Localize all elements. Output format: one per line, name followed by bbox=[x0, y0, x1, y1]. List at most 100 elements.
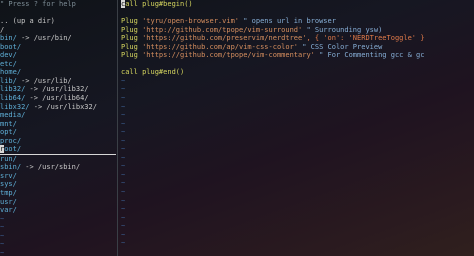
tree-entry-name: tmp/ bbox=[0, 189, 17, 198]
empty-line-tilde: ~ bbox=[121, 153, 126, 162]
plug-keyword: Plug bbox=[121, 17, 143, 26]
plug-comment: " Surrounding ysw) bbox=[302, 25, 383, 34]
empty-line-tilde: ~ bbox=[0, 240, 5, 249]
tree-entry-name: sbin/ bbox=[0, 163, 22, 172]
tree-entry[interactable]: usr/ bbox=[0, 198, 116, 207]
plug-comment: " opens url in browser bbox=[239, 17, 336, 26]
tree-entry[interactable]: mnt/ bbox=[0, 120, 116, 129]
tree-entry[interactable]: etc/ bbox=[0, 60, 116, 69]
tree-entry-name: root/ bbox=[0, 145, 22, 154]
plug-keyword: Plug bbox=[121, 42, 143, 51]
empty-line-tilde: ~ bbox=[121, 205, 126, 214]
empty-line-tilde: ~ bbox=[121, 85, 126, 94]
empty-line-tilde: ~ bbox=[121, 111, 126, 120]
plug-line[interactable]: Plug 'tyru/open-browser.vim' " opens url… bbox=[121, 17, 474, 26]
plug-line[interactable]: Plug 'https://github.com/preservim/nerdt… bbox=[121, 34, 474, 43]
empty-line-tilde: ~ bbox=[121, 222, 126, 231]
tree-entry[interactable]: lib64/ -> /usr/lib64/ bbox=[0, 94, 116, 103]
empty-line-tilde: ~ bbox=[121, 170, 126, 179]
tree-entry-name: opt/ bbox=[0, 128, 17, 137]
tree-entry[interactable]: run/ bbox=[0, 155, 116, 164]
plug-keyword: Plug bbox=[121, 25, 143, 34]
empty-line-tilde: ~ bbox=[121, 239, 126, 248]
tree-entry[interactable]: media/ bbox=[0, 111, 116, 120]
editor-pane[interactable]: call plug#begin() Plug 'tyru/open-browse… bbox=[121, 0, 474, 256]
empty-line-tilde: ~ bbox=[121, 188, 126, 197]
plug-repo: 'http://github.com/tpope/vim-surround' bbox=[142, 25, 303, 34]
tree-entry-name: usr/ bbox=[0, 197, 17, 206]
tree-entry-name: sys/ bbox=[0, 180, 17, 189]
tree-entry[interactable]: dev/ bbox=[0, 51, 116, 60]
plug-keyword: Plug bbox=[121, 34, 143, 43]
tree-entry-name: proc/ bbox=[0, 136, 22, 145]
tree-entry[interactable]: sys/ bbox=[0, 180, 116, 189]
tree-entry[interactable]: proc/ bbox=[0, 137, 116, 146]
tree-entry[interactable]: tmp/ bbox=[0, 189, 116, 198]
empty-line-tilde: ~ bbox=[121, 162, 126, 171]
tree-entry-name: bin/ bbox=[0, 34, 17, 43]
tree-entry-name: dev/ bbox=[0, 51, 17, 60]
help-hint: " Press ? for help bbox=[0, 0, 76, 8]
tree-entry-name: mnt/ bbox=[0, 119, 17, 128]
tree-entry-name: srv/ bbox=[0, 171, 17, 180]
line-plug-begin[interactable]: call plug#begin() bbox=[121, 0, 474, 9]
plug-comment: " CSS Color Preview bbox=[298, 42, 383, 51]
vertical-split[interactable] bbox=[117, 0, 118, 256]
symlink-target: -> /usr/lib64/ bbox=[25, 94, 89, 103]
symlink-target: -> /usr/lib/ bbox=[16, 76, 72, 85]
plug-line[interactable]: Plug 'https://github.com/tpope/vim-comme… bbox=[121, 51, 474, 60]
tree-entry[interactable]: boot/ bbox=[0, 43, 116, 52]
up-dir-entry[interactable]: .. (up a dir) bbox=[0, 17, 116, 26]
tree-entry[interactable]: home/ bbox=[0, 68, 116, 77]
plug-begin-text: all plug#begin() bbox=[125, 0, 193, 8]
tree-entry-name: etc/ bbox=[0, 59, 17, 68]
tree-entry[interactable]: opt/ bbox=[0, 128, 116, 137]
plug-comment: " For Commenting gcc & gc bbox=[314, 51, 425, 60]
symlink-target: -> /usr/libx32/ bbox=[29, 102, 97, 111]
plug-repo: 'tyru/open-browser.vim' bbox=[142, 17, 240, 26]
tree-entry[interactable]: bin/ -> /usr/bin/ bbox=[0, 34, 116, 43]
plug-line[interactable]: Plug 'http://github.com/tpope/vim-surrou… bbox=[121, 26, 474, 35]
plug-repo: 'https://github.com/preservim/nerdtree' bbox=[142, 34, 307, 43]
root-path: / bbox=[0, 25, 5, 34]
plug-line[interactable]: Plug 'https://github.com/ap/vim-css-colo… bbox=[121, 43, 474, 52]
tree-entry-name: boot/ bbox=[0, 42, 22, 51]
empty-line-tilde: ~ bbox=[121, 136, 126, 145]
empty-line-tilde: ~ bbox=[121, 119, 126, 128]
plug-repo: 'https://github.com/tpope/vim-commentary… bbox=[142, 51, 315, 60]
tree-entry[interactable]: srv/ bbox=[0, 172, 116, 181]
tree-entry-name: run/ bbox=[0, 154, 17, 163]
tree-entry-name: var/ bbox=[0, 206, 17, 215]
empty-line-tilde: ~ bbox=[0, 223, 5, 232]
symlink-target: -> /usr/sbin/ bbox=[21, 163, 81, 172]
tree-entry-name: lib/ bbox=[0, 76, 17, 85]
line-plug-end[interactable]: call plug#end() bbox=[121, 68, 474, 77]
plug-options: , { 'on': 'NERDTreeToggle' } bbox=[306, 34, 425, 43]
empty-line-tilde: ~ bbox=[121, 128, 126, 137]
tree-entry[interactable]: lib32/ -> /usr/lib32/ bbox=[0, 85, 116, 94]
empty-line-tilde: ~ bbox=[121, 76, 126, 85]
symlink-target: -> /usr/lib32/ bbox=[25, 85, 89, 94]
empty-line-tilde: ~ bbox=[0, 231, 5, 240]
tree-entry[interactable]: var/ bbox=[0, 206, 116, 215]
empty-line-tilde: ~ bbox=[121, 145, 126, 154]
nerdtree-pane[interactable]: " Press ? for help .. (up a dir) / bin/ … bbox=[0, 0, 116, 256]
tree-entry[interactable]: root/ bbox=[0, 145, 116, 155]
empty-line-tilde: ~ bbox=[0, 248, 5, 256]
tree-entry-name: libx32/ bbox=[0, 102, 30, 111]
tree-entry-name: lib32/ bbox=[0, 85, 26, 94]
tree-entry-name: home/ bbox=[0, 68, 22, 77]
plug-keyword: Plug bbox=[121, 51, 143, 60]
symlink-target: -> /usr/bin/ bbox=[16, 34, 72, 43]
empty-line-tilde: ~ bbox=[121, 94, 126, 103]
tree-entry-name: lib64/ bbox=[0, 94, 26, 103]
empty-line-tilde: ~ bbox=[121, 230, 126, 239]
tree-entry[interactable]: lib/ -> /usr/lib/ bbox=[0, 77, 116, 86]
tree-entry[interactable]: libx32/ -> /usr/libx32/ bbox=[0, 103, 116, 112]
empty-line-tilde: ~ bbox=[121, 213, 126, 222]
empty-line-tilde: ~ bbox=[121, 102, 126, 111]
tree-entry[interactable]: sbin/ -> /usr/sbin/ bbox=[0, 163, 116, 172]
